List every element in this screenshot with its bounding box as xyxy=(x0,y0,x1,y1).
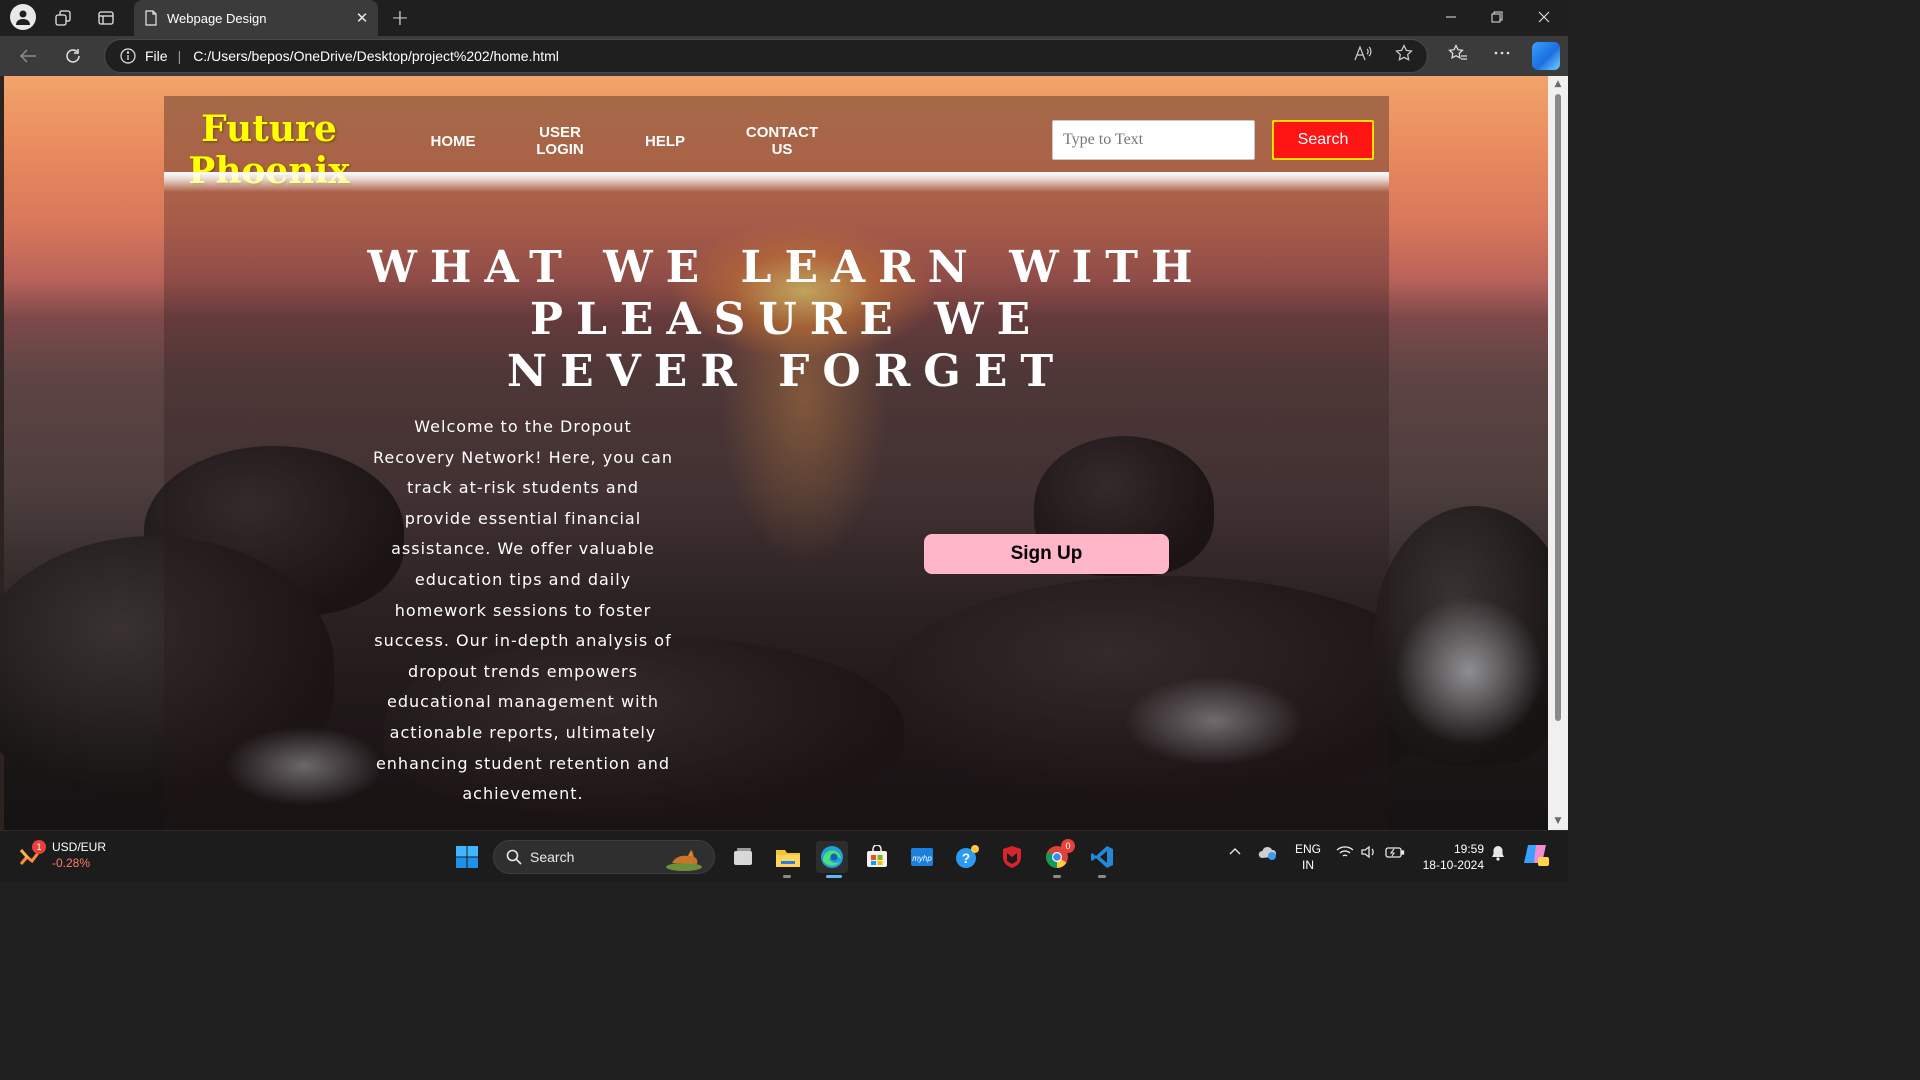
nav-help[interactable]: HELP xyxy=(634,124,696,158)
chrome-running-indicator xyxy=(1053,875,1061,878)
close-window-icon[interactable] xyxy=(1521,0,1567,34)
back-arrow-icon[interactable] xyxy=(14,43,42,69)
site-search-input[interactable] xyxy=(1052,120,1255,160)
battery-icon[interactable] xyxy=(1385,845,1405,862)
currency-chart-icon: 1 xyxy=(18,840,46,868)
nav-contact-us[interactable]: CONTACT US xyxy=(737,124,827,158)
page-viewport: Future Phoenix HOME USER LOGIN HELP CONT… xyxy=(0,76,1568,830)
more-options-icon[interactable] xyxy=(1491,42,1513,64)
widget-badge: 1 xyxy=(32,840,46,854)
workspaces-icon[interactable] xyxy=(51,6,75,30)
close-tab-icon[interactable]: ✕ xyxy=(350,6,374,30)
page-container: Future Phoenix HOME USER LOGIN HELP CONT… xyxy=(164,96,1389,830)
edge-browser-icon[interactable] xyxy=(816,841,848,873)
widget-title: USD/EUR xyxy=(52,840,107,854)
help-app-icon[interactable]: ? xyxy=(951,841,983,873)
tab-webpage-design[interactable]: Webpage Design ✕ xyxy=(134,0,378,36)
svg-text:?: ? xyxy=(962,850,971,866)
nav-user-login-line-1: USER xyxy=(539,124,581,141)
search-highlight-fox-icon xyxy=(664,845,704,871)
new-tab-icon[interactable]: + xyxy=(388,6,412,31)
intro-paragraph: Welcome to the Dropout Recovery Network!… xyxy=(373,417,673,804)
volume-icon[interactable] xyxy=(1360,845,1378,862)
page-scrollbar[interactable]: ▲ ▼ xyxy=(1548,76,1568,830)
tab-title: Webpage Design xyxy=(167,10,267,26)
refresh-icon[interactable] xyxy=(59,43,87,69)
site-search-button[interactable]: Search xyxy=(1272,120,1374,160)
wifi-icon[interactable] xyxy=(1336,845,1354,862)
browser-toolbar: File | C:/Users/bepos/OneDrive/Desktop/p… xyxy=(0,36,1568,76)
svg-text:myhp: myhp xyxy=(912,854,932,863)
file-explorer-icon[interactable] xyxy=(772,841,804,873)
hero-headline-line-2: NEVER FORGET xyxy=(506,346,1067,397)
widget-value: -0.28% xyxy=(52,856,91,870)
language-line-2: IN xyxy=(1302,858,1314,872)
scrollbar-thumb[interactable] xyxy=(1555,94,1561,721)
windows-start-icon[interactable] xyxy=(451,841,483,873)
onedrive-icon[interactable] xyxy=(1258,845,1278,864)
hero-headline: WHAT WE LEARN WITH PLEASURE WE NEVER FOR… xyxy=(194,242,1379,398)
document-icon xyxy=(144,10,158,26)
taskbar-search-box[interactable]: Search xyxy=(493,840,715,874)
mcafee-icon[interactable] xyxy=(996,841,1028,873)
chrome-badge: 0 xyxy=(1061,839,1075,853)
edge-active-indicator xyxy=(826,875,842,878)
nav-contact-line-2: US xyxy=(771,141,793,158)
copilot-taskbar-icon[interactable] xyxy=(1522,841,1550,870)
nav-contact-line-1: CONTACT xyxy=(745,124,819,141)
site-header: Future Phoenix HOME USER LOGIN HELP CONT… xyxy=(164,96,1389,192)
browser-title-bar: Webpage Design ✕ + xyxy=(0,0,1568,36)
task-view-icon[interactable] xyxy=(727,841,759,873)
restore-icon[interactable] xyxy=(1474,0,1520,34)
language-line-1: ENG xyxy=(1294,842,1321,856)
notification-bell-icon[interactable] xyxy=(1490,845,1506,864)
chrome-icon[interactable]: 0 xyxy=(1041,839,1075,873)
vscode-icon[interactable] xyxy=(1086,841,1118,873)
address-scheme: File xyxy=(145,48,168,64)
hero-headline-line-1: WHAT WE LEARN WITH PLEASURE WE xyxy=(367,242,1206,345)
logo-line-1: Future xyxy=(201,108,337,150)
site-info-icon[interactable] xyxy=(119,47,137,65)
scroll-up-icon[interactable]: ▲ xyxy=(1553,80,1563,89)
currency-widget[interactable]: 1 USD/EUR -0.28% xyxy=(18,839,106,871)
show-hidden-icons-chevron-icon[interactable] xyxy=(1228,845,1242,859)
header-glow-divider xyxy=(164,172,1389,192)
address-bar[interactable]: File | C:/Users/bepos/OneDrive/Desktop/p… xyxy=(104,39,1428,73)
vertical-tabs-icon[interactable] xyxy=(94,6,118,30)
taskbar-search-label: Search xyxy=(530,849,575,865)
search-icon xyxy=(506,849,522,865)
nav-user-login[interactable]: USER LOGIN xyxy=(520,124,600,158)
clock-date: 18-10-2024 xyxy=(1422,858,1484,872)
read-aloud-icon[interactable] xyxy=(1352,42,1374,64)
microsoft-store-icon[interactable] xyxy=(861,841,893,873)
copilot-icon[interactable] xyxy=(1532,42,1560,70)
windows-taskbar: 1 USD/EUR -0.28% Search myhp ? 0 ENG IN … xyxy=(0,830,1568,882)
system-clock[interactable]: 19:59 18-10-2024 xyxy=(1412,841,1484,873)
nav-user-login-line-2: LOGIN xyxy=(536,141,584,158)
clock-time: 19:59 xyxy=(1453,842,1484,856)
address-url[interactable]: C:/Users/bepos/OneDrive/Desktop/project%… xyxy=(193,48,559,64)
sign-up-button[interactable]: Sign Up xyxy=(924,534,1169,574)
nav-home[interactable]: HOME xyxy=(418,124,488,158)
vscode-running-indicator xyxy=(1098,875,1106,878)
myhp-icon[interactable]: myhp xyxy=(906,841,938,873)
favorites-icon[interactable] xyxy=(1447,42,1469,64)
minimize-icon[interactable] xyxy=(1428,0,1474,34)
explorer-running-indicator xyxy=(783,875,791,878)
profile-avatar-icon[interactable] xyxy=(10,4,36,30)
favorite-star-icon[interactable] xyxy=(1393,42,1415,64)
address-separator: | xyxy=(177,48,182,64)
scroll-down-icon[interactable]: ▼ xyxy=(1553,817,1563,826)
language-indicator[interactable]: ENG IN xyxy=(1292,841,1324,873)
